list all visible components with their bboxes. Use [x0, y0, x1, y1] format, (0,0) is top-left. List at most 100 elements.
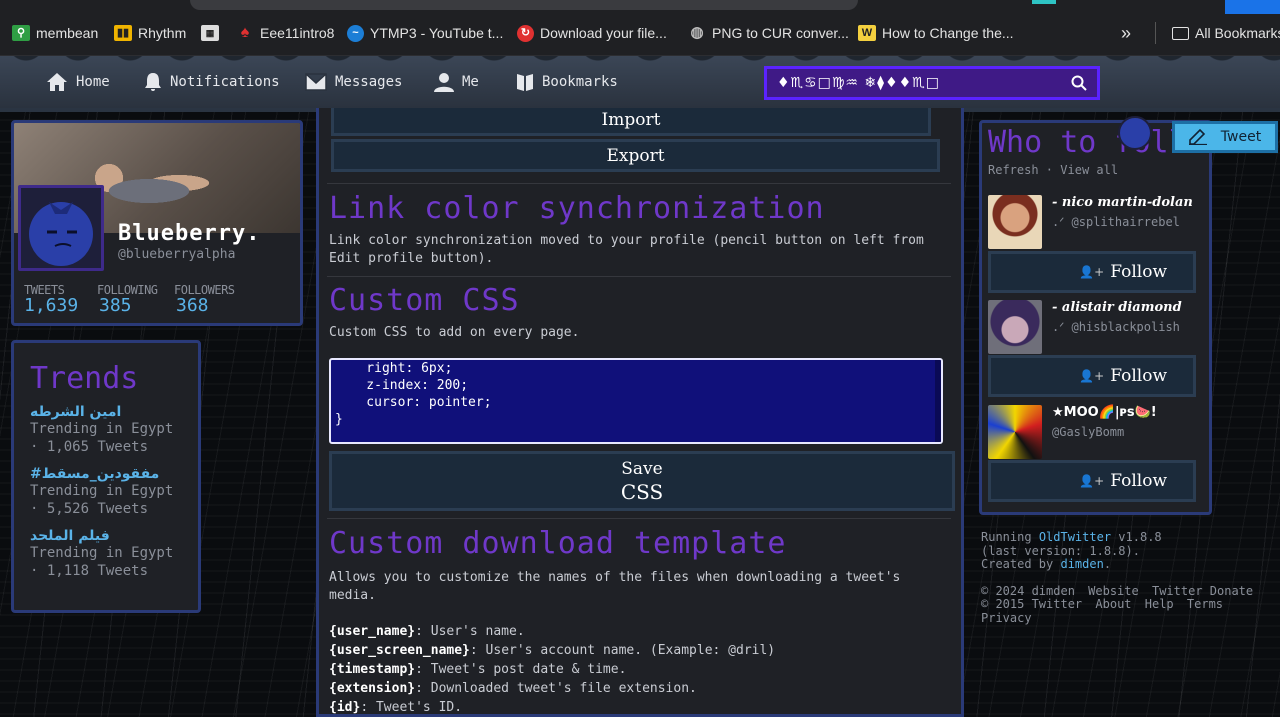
user-name[interactable]: - alistair diamond	[1052, 300, 1182, 315]
tweet-button[interactable]: Tweet	[1172, 121, 1278, 153]
trend-name[interactable]: فيلم الملحد	[30, 528, 182, 544]
user-handle[interactable]: .ᐟ @hisblackpolish	[1052, 320, 1180, 334]
token-user-screen-name: {user_screen_name}: User's account name.…	[329, 641, 775, 660]
mini-avatar[interactable]	[1118, 116, 1152, 150]
token-key: {extension}	[329, 681, 416, 696]
bookmark-wikihow[interactable]: W How to Change the...	[858, 23, 1014, 43]
oldtwitter-link[interactable]: OldTwitter	[1039, 530, 1111, 544]
textarea-scrollbar[interactable]	[935, 360, 941, 442]
trend-item[interactable]: #مفقودين_مسقط Trending in Egypt · 5,526 Tw…	[30, 466, 182, 518]
css-code[interactable]: right: 6px; z-index: 200; cursor: pointe…	[331, 360, 941, 428]
trends-panel: Trends امين الشرطه Trending in Egypt · 1,0…	[11, 340, 201, 613]
author-link[interactable]: dimden	[1060, 557, 1103, 571]
profile-button[interactable]	[1225, 0, 1280, 14]
nav-messages[interactable]: Messages	[305, 68, 402, 96]
bookmarks-overflow-button[interactable]: »	[1121, 23, 1131, 43]
membean-icon: ⚲	[12, 25, 30, 41]
wtf-actions: Refresh · View all	[988, 163, 1119, 177]
user-name[interactable]: ★MOO🌈|ᴘs🍉!	[1052, 405, 1157, 420]
trends-title: Trends	[30, 361, 139, 396]
link-color-description: Link color synchronization moved to your…	[329, 233, 924, 266]
help-link[interactable]: Help	[1145, 597, 1174, 611]
user-name[interactable]: - nico martin-dolan	[1052, 195, 1193, 210]
address-bar-edge[interactable]	[190, 0, 858, 10]
profile-handle[interactable]: @blueberryalpha	[118, 247, 235, 262]
bell-icon	[145, 73, 161, 91]
save-label: Save	[621, 459, 663, 479]
bookmark-eee11intro8[interactable]: ♠ Eee11intro8	[236, 23, 335, 43]
footer-version: v1.8.8	[1118, 530, 1162, 544]
token-key: {user_screen_name}	[329, 643, 470, 658]
trend-item[interactable]: فيلم الملحد Trending in Egypt · 1,118 Twee…	[30, 528, 182, 580]
user-handle[interactable]: @GaslyBomm	[1052, 425, 1124, 439]
user-handle[interactable]: .ᐟ @splithairrebel	[1052, 215, 1180, 229]
trend-location: Trending in Egypt	[30, 421, 174, 437]
privacy-link[interactable]: Privacy	[981, 611, 1271, 626]
who-to-follow-title: Who to foll	[988, 125, 1187, 160]
import-button[interactable]: Import	[331, 108, 931, 136]
bookmark-png-to-cur[interactable]: ◍ PNG to CUR conver...	[688, 23, 848, 43]
footer-copyright-dimden: © 2024 dimden	[981, 583, 1075, 598]
token-user-name: {user_name}: User's name.	[329, 622, 525, 641]
token-desc: : Tweet's post date & time.	[415, 662, 627, 677]
link-color-title: Link color synchronization	[329, 191, 825, 226]
add-user-icon: 👤+	[1079, 265, 1105, 279]
view-all-link[interactable]: View all	[1060, 163, 1118, 177]
search-input[interactable]: ♦♏︎♋︎□︎♍︎♒︎ ❄︎⧫︎♦︎♦︎♏︎□︎	[777, 75, 1071, 91]
follow-label: Follow	[1110, 262, 1167, 282]
trend-name[interactable]: #مفقودين_مسقط	[30, 466, 182, 482]
nav-me[interactable]: Me	[434, 68, 479, 96]
token-key: {timestamp}	[329, 662, 416, 677]
person-icon	[434, 73, 454, 92]
refresh-link[interactable]: Refresh	[988, 163, 1039, 177]
search-box[interactable]: ♦♏︎♋︎□︎♍︎♒︎ ❄︎⧫︎♦︎♦︎♏︎□︎	[764, 66, 1100, 100]
save-css-button[interactable]: Save CSS	[329, 451, 955, 511]
bookmark-label: Download your file...	[540, 25, 667, 41]
home-icon	[47, 73, 67, 91]
follow-label: Follow	[1110, 471, 1167, 491]
follow-button[interactable]: 👤+ Follow	[988, 460, 1196, 502]
bookmark-membean[interactable]: ⚲ membean	[12, 23, 98, 43]
css-label: CSS	[620, 480, 664, 504]
bookmark-label: Eee11intro8	[260, 25, 335, 41]
bookmark-rhythm[interactable]: ▮▮ Rhythm	[114, 23, 186, 43]
twitter-link[interactable]: Twitter	[1152, 584, 1203, 598]
trend-count: · 5,526 Tweets	[30, 501, 149, 517]
export-button[interactable]: Export	[331, 139, 940, 172]
user-avatar[interactable]	[988, 300, 1042, 354]
terms-link[interactable]: Terms	[1187, 597, 1223, 611]
search-icon[interactable]	[1071, 75, 1087, 91]
nav-bookmarks[interactable]: Bookmarks	[516, 68, 618, 96]
footer-running: Running	[981, 530, 1032, 544]
tweet-label: Tweet	[1220, 129, 1262, 145]
bookmark-label: Rhythm	[138, 25, 187, 41]
globe-icon: ◍	[690, 24, 704, 41]
trend-name[interactable]: امين الشرطه	[30, 404, 182, 420]
user-avatar[interactable]	[988, 195, 1042, 249]
download-site-icon: ↻	[517, 24, 534, 42]
divider	[327, 183, 951, 184]
follow-button[interactable]: 👤+ Follow	[988, 251, 1196, 293]
donate-link[interactable]: Donate	[1210, 584, 1253, 598]
bookmark-ytmp3[interactable]: ~ YTMP3 - YouTube t...	[347, 23, 503, 43]
all-bookmarks-button[interactable]: All Bookmarks	[1172, 23, 1280, 43]
profile-name[interactable]: Blueberry.	[118, 221, 260, 246]
nav-notifications[interactable]: Notifications	[144, 68, 280, 96]
folder-icon	[1172, 26, 1189, 40]
stat-following[interactable]: FOLLOWING 385	[97, 283, 158, 316]
user-avatar[interactable]	[988, 405, 1042, 459]
avatar[interactable]	[18, 185, 104, 271]
stat-tweets[interactable]: TWEETS 1,639	[24, 283, 78, 316]
bookmark-download-file[interactable]: ↻ Download your file...	[517, 23, 667, 43]
about-link[interactable]: About	[1095, 597, 1131, 611]
footer: Running OldTwitter v1.8.8 (last version:…	[981, 530, 1271, 626]
trend-location: Trending in Egypt	[30, 483, 174, 499]
stat-followers[interactable]: FOLLOWERS 368	[174, 283, 235, 316]
website-link[interactable]: Website	[1088, 584, 1139, 598]
custom-css-textarea[interactable]: right: 6px; z-index: 200; cursor: pointe…	[329, 358, 943, 444]
bookmark-calculator[interactable]: ▦	[201, 23, 219, 43]
trend-item[interactable]: امين الشرطه Trending in Egypt · 1,065 Twee…	[30, 404, 182, 456]
bookmarks-bar: ⚲ membean ▮▮ Rhythm ▦ ♠ Eee11intro8 ~ YTMP3 …	[0, 0, 1280, 56]
nav-home[interactable]: Home	[46, 68, 110, 96]
follow-button[interactable]: 👤+ Follow	[988, 355, 1196, 397]
